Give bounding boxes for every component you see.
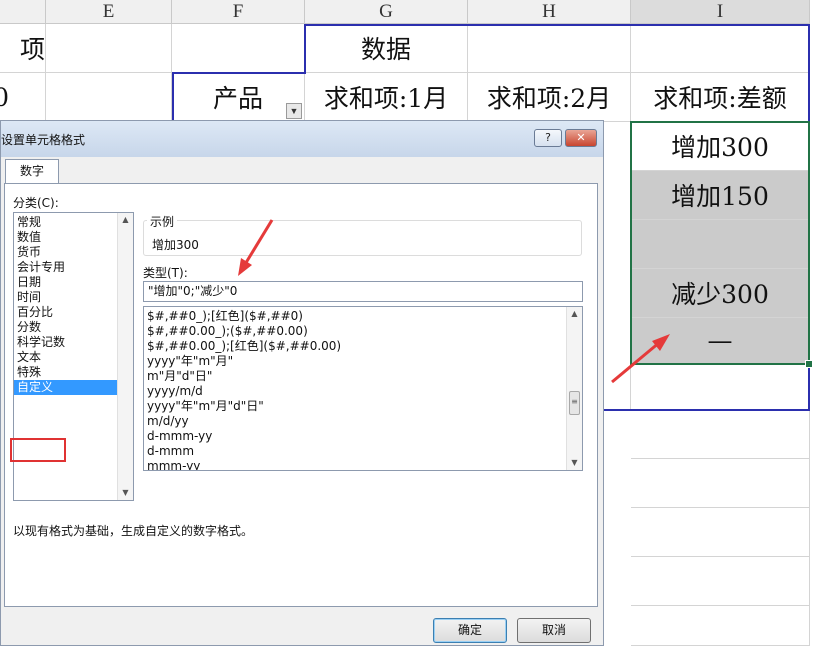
category-label: 分类(C): — [13, 196, 59, 210]
type-input[interactable]: "增加"0;"减少"0 — [143, 281, 583, 302]
pivot-border-right — [808, 24, 810, 411]
type-label: 类型(T): — [143, 266, 188, 280]
list-item[interactable]: 数值 — [14, 230, 133, 245]
list-item[interactable]: 分数 — [14, 320, 133, 335]
pivot-border-top — [304, 24, 810, 26]
cell-i13[interactable] — [631, 557, 810, 606]
list-item-selected[interactable]: 自定义 — [14, 380, 117, 395]
scroll-up-icon[interactable]: ▲ — [567, 307, 582, 321]
format-list[interactable]: $#,##0_);[红色]($#,##0) $#,##0.00_);($#,##… — [143, 306, 583, 471]
list-item[interactable]: 文本 — [14, 350, 133, 365]
list-item[interactable]: 百分比 — [14, 305, 133, 320]
cell-h9[interactable] — [604, 364, 631, 410]
list-item[interactable]: m"月"d"日" — [144, 369, 582, 384]
cell-i6[interactable] — [631, 220, 810, 269]
cell-h3[interactable]: 求和项:2月 — [468, 73, 631, 122]
column-header-i[interactable]: I — [631, 0, 810, 24]
column-header-d[interactable] — [0, 0, 46, 24]
help-button[interactable]: ? — [534, 129, 562, 147]
column-header-f[interactable]: F — [172, 0, 305, 24]
pivot-border-left-f — [172, 72, 174, 122]
cell-i9[interactable] — [631, 364, 810, 410]
list-item[interactable]: mmm-yy — [144, 459, 582, 470]
column-header-e[interactable]: E — [46, 0, 172, 24]
cell-d3[interactable]: 0 — [0, 73, 46, 122]
list-item[interactable]: $#,##0.00_);($#,##0.00) — [144, 324, 582, 339]
list-item[interactable]: 会计专用 — [14, 260, 133, 275]
sample-value: 增加300 — [152, 238, 199, 252]
list-item[interactable]: 时间 — [14, 290, 133, 305]
list-item[interactable]: d-mmm-yy — [144, 429, 582, 444]
column-header-h[interactable]: H — [468, 0, 631, 24]
cell-i14[interactable] — [631, 606, 810, 646]
cell-e2[interactable] — [46, 24, 172, 73]
cell-i8[interactable]: — — [631, 318, 810, 364]
cell-i10[interactable] — [631, 410, 810, 459]
list-item[interactable]: 常规 — [14, 215, 133, 230]
number-tab-panel: 分类(C): 常规 数值 货币 会计专用 日期 时间 百分比 分数 科学记数 文… — [4, 183, 598, 607]
cell-i11[interactable] — [631, 459, 810, 508]
list-item[interactable]: yyyy"年"m"月" — [144, 354, 582, 369]
cell-g3[interactable]: 求和项:1月 — [305, 73, 468, 122]
cancel-button[interactable]: 取消 — [517, 618, 591, 643]
dialog-titlebar[interactable]: 设置单元格格式 ? ✕ — [1, 121, 603, 157]
ok-button[interactable]: 确定 — [433, 618, 507, 643]
list-item[interactable]: d-mmm — [144, 444, 582, 459]
list-item[interactable]: yyyy"年"m"月"d"日" — [144, 399, 582, 414]
cell-i12[interactable] — [631, 508, 810, 557]
cell-i2[interactable] — [631, 24, 810, 73]
category-scrollbar[interactable]: ▲ ▼ — [117, 213, 133, 500]
scroll-down-icon[interactable]: ▼ — [118, 486, 133, 500]
format-scrollbar[interactable]: ▲ ≡ ▼ — [566, 307, 582, 470]
cell-i5[interactable]: 增加150 — [631, 171, 810, 220]
sample-label: 示例 — [147, 213, 178, 230]
cell-g2[interactable]: 数据 — [305, 24, 468, 73]
column-header-g[interactable]: G — [305, 0, 468, 24]
category-list[interactable]: 常规 数值 货币 会计专用 日期 时间 百分比 分数 科学记数 文本 特殊 自定… — [13, 212, 134, 501]
pivot-border-left-g — [304, 24, 306, 74]
list-item[interactable]: 特殊 — [14, 365, 133, 380]
list-item[interactable]: yyyy/m/d — [144, 384, 582, 399]
pivot-border-bottom — [604, 409, 810, 411]
cell-i3[interactable]: 求和项:差额 — [631, 73, 810, 122]
list-item[interactable]: m/d/yy — [144, 414, 582, 429]
scroll-down-icon[interactable]: ▼ — [567, 456, 582, 470]
cell-i4[interactable]: 增加300 — [631, 122, 810, 171]
close-button[interactable]: ✕ — [565, 129, 597, 147]
cell-d2[interactable]: 项 — [0, 24, 46, 73]
dialog-title: 设置单元格格式 — [1, 133, 86, 147]
cell-f2[interactable] — [172, 24, 305, 73]
list-item[interactable]: 货币 — [14, 245, 133, 260]
list-item[interactable]: 日期 — [14, 275, 133, 290]
list-item[interactable]: $#,##0_);[红色]($#,##0) — [144, 309, 582, 324]
tab-number[interactable]: 数字 — [5, 159, 59, 183]
fill-handle[interactable] — [805, 360, 813, 368]
cell-i7[interactable]: 减少300 — [631, 269, 810, 318]
scroll-up-icon[interactable]: ▲ — [118, 213, 133, 227]
pivot-border-row3-top — [172, 72, 306, 74]
filter-dropdown-button[interactable]: ▼ — [286, 103, 302, 119]
cell-e3[interactable] — [46, 73, 172, 122]
cell-h2[interactable] — [468, 24, 631, 73]
format-cells-dialog: 设置单元格格式 ? ✕ 数字 分类(C): 常规 数值 货币 会计专用 日期 时… — [0, 120, 604, 646]
description-text: 以现有格式为基础，生成自定义的数字格式。 — [13, 524, 254, 538]
scroll-thumb[interactable]: ≡ — [569, 391, 580, 415]
list-item[interactable]: 科学记数 — [14, 335, 133, 350]
list-item[interactable]: $#,##0.00_);[红色]($#,##0.00) — [144, 339, 582, 354]
sample-group — [143, 220, 582, 256]
